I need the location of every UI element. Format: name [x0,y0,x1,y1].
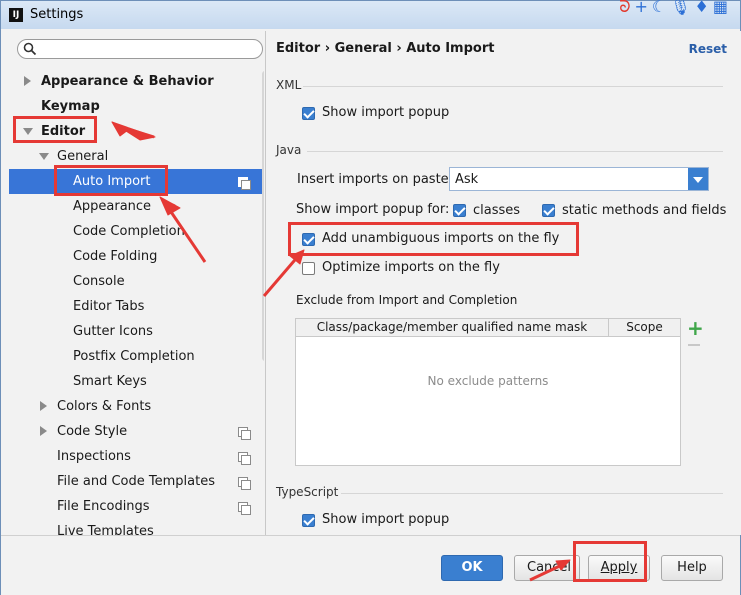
sidebar-item-auto-import[interactable]: Auto Import [73,169,150,194]
sidebar-item-code-folding[interactable]: Code Folding [73,244,157,269]
classes-checkbox[interactable] [453,204,466,217]
ok-button[interactable]: OK [441,555,503,581]
optimize-imports-checkbox[interactable] [302,262,315,275]
column-header-mask[interactable]: Class/package/member qualified name mask [296,319,609,337]
xml-show-popup-checkbox[interactable] [302,107,315,120]
moon-icon: ☾ [651,0,671,16]
sidebar-item-code-style[interactable]: Code Style [57,419,127,444]
apply-button[interactable]: Apply [588,555,650,581]
sidebar-item-keymap[interactable]: Keymap [41,94,100,119]
add-unambiguous-checkbox[interactable] [302,233,315,246]
exclude-table[interactable]: Class/package/member qualified name mask… [295,318,681,466]
sidebar-item-general[interactable]: General [57,144,108,169]
breadcrumb: Editor › General › Auto Import [276,41,495,56]
insert-imports-label: Insert imports on paste: [297,172,454,187]
project-settings-icon [238,502,251,515]
sidebar-item-file-code-templates[interactable]: File and Code Templates [57,469,215,494]
section-title-java: Java [276,143,302,157]
section-divider [303,86,723,87]
section-divider [341,493,723,494]
tray-icons: ᘐ+☾🎙♦▦ [619,0,732,17]
settings-sidebar: Appearance & Behavior Keymap Editor Gene… [9,31,264,535]
reset-link[interactable]: Reset [689,42,727,56]
sidebar-item-appearance[interactable]: Appearance [73,194,151,219]
search-input[interactable] [17,39,263,59]
remove-pattern-icon[interactable] [688,344,700,346]
xml-show-popup-label[interactable]: Show import popup [322,105,449,120]
window-title: Settings [30,7,84,22]
plus-icon: + [634,0,652,16]
search-icon [23,42,37,56]
sidebar-item-editor[interactable]: Editor [41,119,85,144]
cancel-button[interactable]: Cancel [514,555,580,581]
red-swirl-icon: ᘐ [619,0,635,16]
column-header-scope[interactable]: Scope [609,319,680,337]
exclude-section-title: Exclude from Import and Completion [296,293,518,307]
microphone-icon: 🎙 [670,0,695,16]
empty-table-text: No exclude patterns [427,374,549,388]
intellij-app-icon: IJ [9,8,23,22]
sidebar-item-code-completion[interactable]: Code Completion [73,219,185,244]
project-settings-icon [238,177,251,190]
chevron-down-icon[interactable] [688,168,708,190]
add-unambiguous-label[interactable]: Add unambiguous imports on the fly [322,231,559,246]
collapse-arrow-icon[interactable] [39,153,49,160]
sidebar-item-smart-keys[interactable]: Smart Keys [73,369,147,394]
optimize-imports-label[interactable]: Optimize imports on the fly [322,260,500,275]
sidebar-item-file-encodings[interactable]: File Encodings [57,494,150,519]
title-bar: IJ Settings ᘐ+☾🎙♦▦ [1,0,740,29]
collapse-arrow-icon[interactable] [23,128,33,135]
project-settings-icon [238,427,251,440]
sidebar-item-gutter-icons[interactable]: Gutter Icons [73,319,153,344]
expand-arrow-icon[interactable] [40,401,47,411]
section-title-typescript: TypeScript [276,485,339,499]
sidebar-item-appearance-behavior[interactable]: Appearance & Behavior [41,69,214,94]
sidebar-item-inspections[interactable]: Inspections [57,444,131,469]
sidebar-item-live-templates[interactable]: Live Templates [57,519,154,535]
sidebar-item-colors-fonts[interactable]: Colors & Fonts [57,394,151,419]
ts-show-popup-checkbox[interactable] [302,514,315,527]
add-pattern-icon[interactable]: + [687,318,704,338]
dialog-footer: OK Cancel Apply Help [1,535,740,595]
classes-label[interactable]: classes [473,203,520,218]
ts-show-popup-label[interactable]: Show import popup [322,512,449,527]
expand-arrow-icon[interactable] [24,76,31,86]
settings-content: Editor › General › Auto Import Reset XML… [265,31,741,535]
section-divider [307,151,723,152]
insert-imports-value: Ask [455,172,479,187]
insert-imports-dropdown[interactable]: Ask [449,167,709,191]
sidebar-item-editor-tabs[interactable]: Editor Tabs [73,294,144,319]
section-title-xml: XML [276,78,302,92]
settings-window: IJ Settings ᘐ+☾🎙♦▦ Appearance & Behavior… [0,0,741,595]
sidebar-scrollbar[interactable] [262,71,264,361]
expand-arrow-icon[interactable] [40,426,47,436]
project-settings-icon [238,477,251,490]
shirt-icon: ♦ [694,0,713,16]
static-methods-checkbox[interactable] [542,204,555,217]
sidebar-item-auto-import-row[interactable]: Auto Import [9,169,264,194]
sidebar-item-postfix-completion[interactable]: Postfix Completion [73,344,195,369]
help-button[interactable]: Help [661,555,723,581]
static-methods-label[interactable]: static methods and fields [562,203,726,218]
project-settings-icon [238,452,251,465]
show-popup-for-label: Show import popup for: [296,202,450,217]
sidebar-item-console[interactable]: Console [73,269,125,294]
grid-icon: ▦ [712,0,732,16]
